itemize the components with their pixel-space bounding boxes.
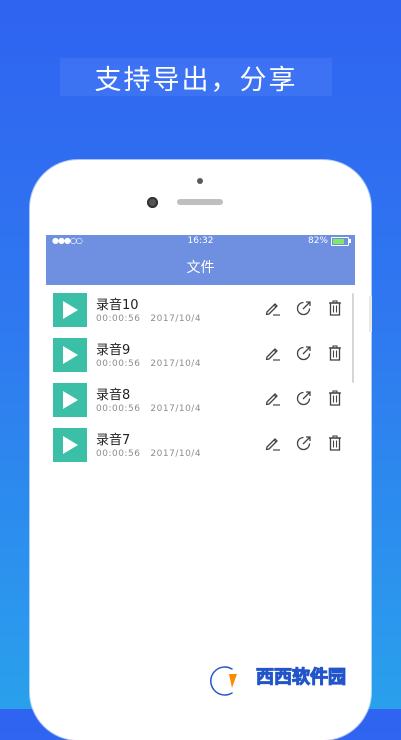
recording-meta: 00:00:56 2017/10/4: [96, 359, 201, 369]
battery-indicator: 82%: [308, 236, 351, 246]
phone-side-button: [369, 296, 372, 332]
recording-duration: 00:00:56: [96, 449, 141, 459]
battery-icon: [331, 236, 349, 246]
share-button[interactable]: [294, 433, 314, 453]
battery-tip: [349, 239, 351, 243]
delete-button[interactable]: [325, 298, 345, 318]
share-icon: [296, 346, 311, 361]
list-item[interactable]: 录音9 00:00:56 2017/10/4: [46, 334, 355, 379]
share-icon: [296, 301, 311, 316]
recording-date: 2017/10/4: [150, 449, 202, 459]
recording-title: 录音7: [96, 433, 131, 448]
play-button[interactable]: [53, 428, 87, 462]
row-actions: [263, 298, 345, 318]
rename-button[interactable]: [263, 298, 283, 318]
recording-date: 2017/10/4: [150, 359, 202, 369]
share-button[interactable]: [294, 343, 314, 363]
share-icon: [296, 391, 311, 406]
recording-duration: 00:00:56: [96, 404, 141, 414]
headline-banner: 支持导出，分享: [60, 58, 332, 96]
recording-date: 2017/10/4: [150, 314, 202, 324]
play-icon: [63, 436, 78, 454]
headline-text: 支持导出，分享: [94, 64, 298, 96]
play-icon: [63, 346, 78, 364]
share-button[interactable]: [294, 298, 314, 318]
trash-icon: [329, 435, 341, 451]
play-button[interactable]: [53, 338, 87, 372]
trash-icon: [329, 300, 341, 316]
rename-button[interactable]: [263, 388, 283, 408]
watermark: 西西软件园 CR173.COM: [202, 662, 382, 700]
watermark-logo-icon: [208, 664, 237, 698]
watermark-text: 西西软件园 CR173.COM: [256, 663, 347, 700]
recording-meta: 00:00:56 2017/10/4: [96, 404, 201, 414]
row-actions: [263, 388, 345, 408]
scrollbar[interactable]: [352, 293, 354, 383]
play-button[interactable]: [53, 293, 87, 327]
rename-button[interactable]: [263, 433, 283, 453]
delete-button[interactable]: [325, 343, 345, 363]
battery-percent: 82%: [307, 236, 328, 246]
rename-button[interactable]: [263, 343, 283, 363]
play-icon: [63, 391, 78, 409]
delete-button[interactable]: [325, 388, 345, 408]
app-screen: ●●●○○ 16:32 82% 文件 录音10 00:00:56 2017/10…: [46, 235, 355, 715]
list-item[interactable]: 录音10 00:00:56 2017/10/4: [46, 289, 355, 334]
status-bar: ●●●○○ 16:32 82%: [46, 235, 355, 249]
list-item[interactable]: 录音8 00:00:56 2017/10/4: [46, 379, 355, 424]
page-title: 文件: [186, 260, 215, 276]
nav-bar: 文件: [46, 249, 355, 285]
recording-duration: 00:00:56: [96, 314, 141, 324]
recording-list: 录音10 00:00:56 2017/10/4 录音9 00:00:56 201…: [46, 285, 355, 469]
watermark-main: 西西软件园: [256, 667, 347, 689]
edit-pencil-icon: [265, 393, 280, 406]
edit-pencil-icon: [265, 348, 280, 361]
front-camera: [197, 178, 203, 184]
recording-duration: 00:00:56: [96, 359, 141, 369]
recording-meta: 00:00:56 2017/10/4: [96, 314, 201, 324]
recording-title: 录音9: [96, 343, 131, 358]
row-actions: [263, 343, 345, 363]
edit-pencil-icon: [265, 438, 280, 451]
share-button[interactable]: [294, 388, 314, 408]
delete-button[interactable]: [325, 433, 345, 453]
earpiece-speaker: [177, 199, 223, 205]
share-icon: [296, 436, 311, 451]
play-icon: [63, 301, 78, 319]
watermark-sub: CR173.COM: [256, 689, 319, 699]
proximity-sensor: [147, 197, 158, 208]
recording-title: 录音8: [96, 388, 131, 403]
recording-meta: 00:00:56 2017/10/4: [96, 449, 201, 459]
recording-date: 2017/10/4: [150, 404, 202, 414]
play-button[interactable]: [53, 383, 87, 417]
row-actions: [263, 433, 345, 453]
trash-icon: [329, 390, 341, 406]
recording-title: 录音10: [96, 298, 139, 313]
list-item[interactable]: 录音7 00:00:56 2017/10/4: [46, 424, 355, 469]
trash-icon: [329, 345, 341, 361]
edit-pencil-icon: [265, 303, 280, 316]
